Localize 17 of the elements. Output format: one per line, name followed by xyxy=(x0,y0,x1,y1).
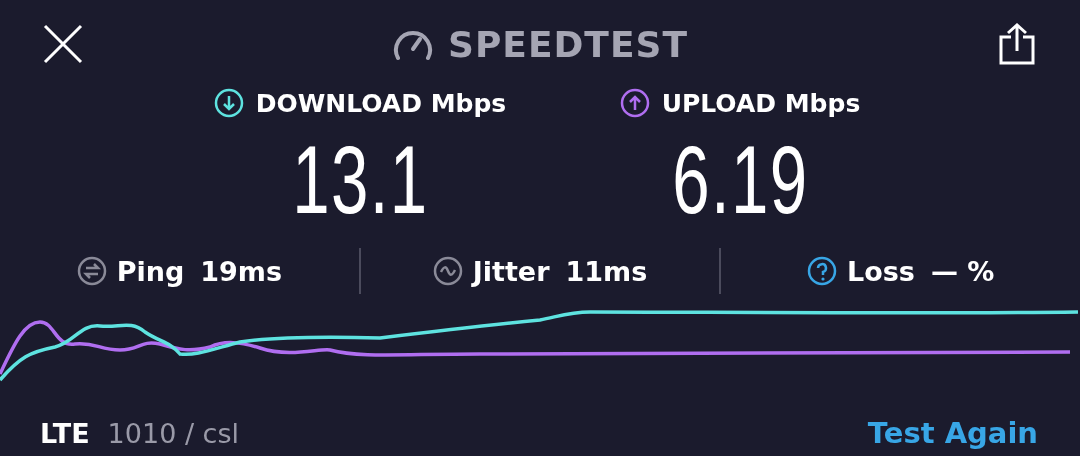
wave-icon xyxy=(432,256,463,286)
stat-label: Ping xyxy=(116,255,185,287)
help-icon xyxy=(807,256,837,286)
speed-value: 13.1 xyxy=(291,132,429,228)
speed-value: 6.19 xyxy=(671,132,809,228)
stat-label: Jitter xyxy=(472,255,550,287)
carrier-name: 1010 / csl xyxy=(107,417,239,449)
ping-icon xyxy=(76,256,107,286)
result-label: DOWNLOAD Mbps xyxy=(255,88,507,118)
app-title: SPEEDTEST xyxy=(448,23,688,65)
stat-value: 11ms xyxy=(565,255,648,287)
stat-value: 19ms xyxy=(200,255,282,287)
network-type: LTE xyxy=(40,417,90,449)
result-label: UPLOAD Mbps xyxy=(661,88,861,118)
stat-label: Loss xyxy=(847,255,915,287)
stat-value: — % xyxy=(930,255,995,287)
test-again-button[interactable]: Test Again xyxy=(867,416,1038,450)
